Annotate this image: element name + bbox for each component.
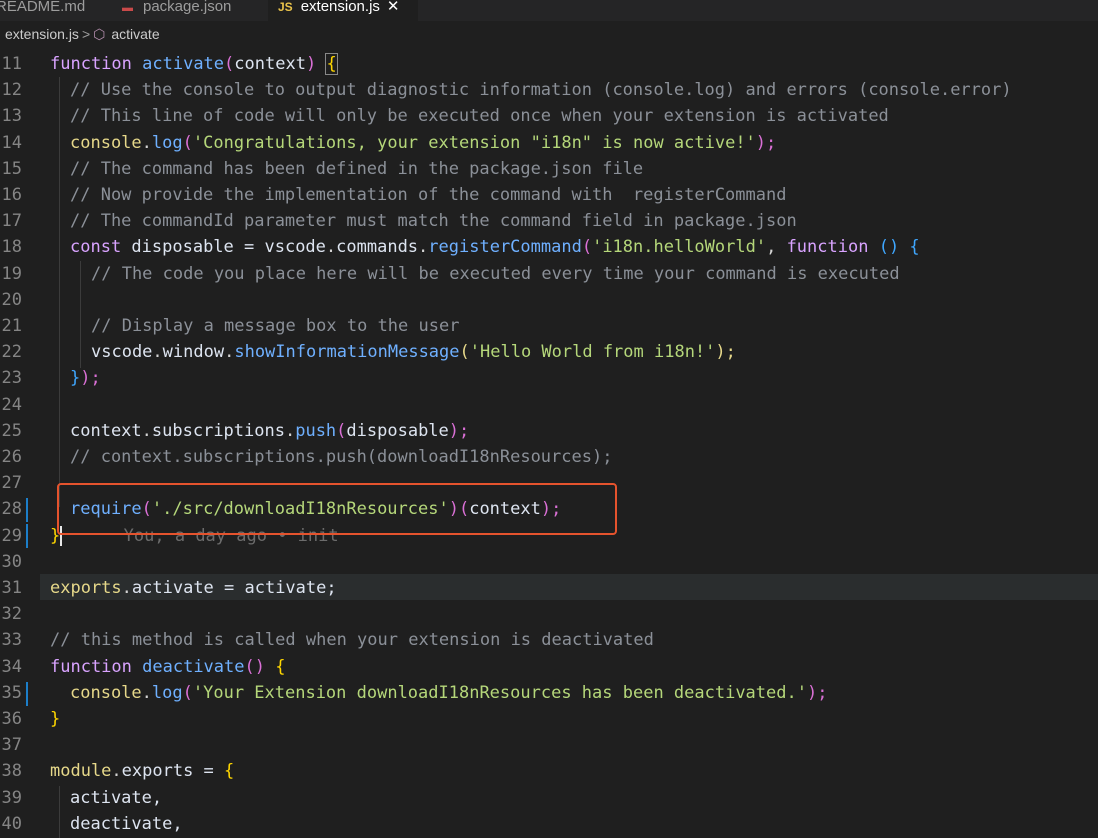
line-code: }); bbox=[70, 368, 101, 389]
code-line: 35 console.log('Your Extension downloadI… bbox=[0, 680, 1098, 706]
line-number: 33 bbox=[1, 630, 22, 651]
tab-label: extension.js bbox=[300, 0, 380, 15]
code-line: 30 bbox=[0, 549, 1098, 575]
line-number: 37 bbox=[1, 735, 22, 756]
line-code: activate, bbox=[70, 787, 163, 808]
code-line: 16 // Now provide the implementation of … bbox=[0, 182, 1098, 208]
line-number: 24 bbox=[1, 394, 22, 415]
code-line: 14 console.log('Congratulations, your ex… bbox=[0, 130, 1098, 156]
line-number: 22 bbox=[1, 342, 22, 363]
code-line: 22 vscode.window.showInformationMessage(… bbox=[0, 339, 1098, 365]
line-code: module.exports = { bbox=[50, 761, 235, 782]
line-number: 20 bbox=[1, 289, 22, 310]
line-number: 29 bbox=[1, 525, 22, 546]
code-line: 25 context.subscriptions.push(disposable… bbox=[0, 418, 1098, 444]
tab-extension-js[interactable]: JS extension.js ✕ bbox=[268, 0, 418, 21]
line-number: 31 bbox=[1, 578, 22, 598]
code-line: 39 activate, bbox=[0, 785, 1098, 811]
line-number: 40 bbox=[1, 813, 22, 834]
line-number: 19 bbox=[1, 263, 22, 284]
breadcrumb-file[interactable]: extension.js bbox=[5, 26, 79, 42]
line-comment: // Now provide the implementation of the… bbox=[70, 185, 787, 205]
line-code: } bbox=[50, 709, 61, 729]
breadcrumb-separator: > bbox=[81, 26, 91, 42]
code-line: 24 bbox=[0, 392, 1098, 418]
code-line: 11 function activate(context) { bbox=[0, 51, 1098, 77]
code-line: 13 // This line of code will only be exe… bbox=[0, 103, 1098, 129]
code-line: 37 bbox=[0, 732, 1098, 758]
code-editor[interactable]: 11 function activate(context) { 12 // Us… bbox=[0, 51, 1098, 838]
line-number: 35 bbox=[1, 682, 22, 703]
method-cube-icon: ⬡ bbox=[93, 26, 106, 42]
close-icon[interactable]: ✕ bbox=[387, 0, 400, 15]
line-comment: // Use the console to output diagnostic … bbox=[70, 80, 1012, 101]
line-code: vscode.window.showInformationMessage('He… bbox=[91, 342, 736, 363]
line-code: function activate(context) { bbox=[50, 53, 338, 75]
line-number: 25 bbox=[1, 420, 22, 441]
line-number: 17 bbox=[1, 211, 22, 232]
code-line: 40 deactivate, bbox=[0, 811, 1098, 837]
line-comment: // The commandId parameter must match th… bbox=[70, 211, 797, 232]
line-number: 14 bbox=[1, 132, 22, 153]
code-line: 17 // The commandId parameter must match… bbox=[0, 208, 1098, 234]
code-line: 23 }); bbox=[0, 365, 1098, 391]
line-code: exports.activate = activate; bbox=[50, 578, 337, 598]
line-number: 34 bbox=[1, 656, 22, 677]
line-comment: // This line of code will only be execut… bbox=[70, 106, 889, 127]
code-line: 21 // Display a message box to the user bbox=[0, 313, 1098, 339]
code-line: 19 // The code you place here will be ex… bbox=[0, 261, 1098, 287]
line-comment: // this method is called when your exten… bbox=[50, 630, 654, 651]
line-number: 28 bbox=[1, 499, 22, 520]
code-line: 38 module.exports = { bbox=[0, 758, 1098, 784]
line-number: 16 bbox=[1, 185, 22, 205]
code-line: 33 // this method is called when your ex… bbox=[0, 627, 1098, 653]
breadcrumb: extension.js > ⬡ activate bbox=[0, 22, 1098, 46]
tab-label: package.json bbox=[143, 0, 232, 15]
line-number: 27 bbox=[1, 473, 22, 494]
npm-icon: ▬ bbox=[122, 2, 133, 14]
line-code: function deactivate() { bbox=[50, 656, 286, 677]
line-number: 13 bbox=[1, 106, 22, 127]
tab-package-json[interactable]: ▬ package.json bbox=[122, 0, 258, 21]
line-comment: // Display a message box to the user bbox=[91, 316, 460, 336]
javascript-icon: JS bbox=[278, 0, 293, 14]
line-comment: // The code you place here will be execu… bbox=[91, 263, 900, 284]
line-number: 32 bbox=[1, 604, 22, 625]
code-line: 20 bbox=[0, 287, 1098, 313]
line-number: 18 bbox=[1, 237, 22, 258]
line-number: 21 bbox=[1, 316, 22, 336]
code-line: 26 // context.subscriptions.push(downloa… bbox=[0, 444, 1098, 470]
line-number: 38 bbox=[1, 761, 22, 782]
line-code: console.log('Your Extension downloadI18n… bbox=[70, 682, 828, 703]
line-code: const disposable = vscode.commands.regis… bbox=[70, 237, 920, 258]
code-line: 12 // Use the console to output diagnost… bbox=[0, 77, 1098, 103]
line-comment: // context.subscriptions.push(downloadI1… bbox=[70, 447, 613, 467]
line-comment: // The command has been defined in the p… bbox=[70, 158, 644, 179]
line-number: 36 bbox=[1, 709, 22, 729]
code-line: 31 exports.activate = activate; bbox=[0, 575, 1098, 601]
code-line: 34 function deactivate() { bbox=[0, 654, 1098, 680]
line-code: context.subscriptions.push(disposable); bbox=[70, 420, 470, 441]
line-code: console.log('Congratulations, your exten… bbox=[70, 132, 777, 153]
line-number: 26 bbox=[1, 447, 22, 467]
code-line: 15 // The command has been defined in th… bbox=[0, 156, 1098, 182]
line-number: 15 bbox=[1, 158, 22, 179]
tab-label: README.md bbox=[0, 0, 86, 15]
tab-readme[interactable]: README.md bbox=[0, 0, 100, 21]
code-line: 18 const disposable = vscode.commands.re… bbox=[0, 234, 1098, 260]
annotation-highlight-box bbox=[57, 483, 617, 535]
line-code: deactivate, bbox=[70, 813, 183, 834]
line-number: 11 bbox=[1, 54, 22, 74]
line-number: 23 bbox=[1, 368, 22, 389]
code-line: 32 bbox=[0, 601, 1098, 627]
code-line: 36 } bbox=[0, 706, 1098, 732]
breadcrumb-symbol[interactable]: activate bbox=[111, 26, 159, 42]
tab-bar: README.md ▬ package.json JS extension.js ✕ bbox=[0, 0, 1098, 21]
line-number: 39 bbox=[1, 787, 22, 808]
line-number: 12 bbox=[1, 80, 22, 101]
line-number: 30 bbox=[1, 551, 22, 572]
